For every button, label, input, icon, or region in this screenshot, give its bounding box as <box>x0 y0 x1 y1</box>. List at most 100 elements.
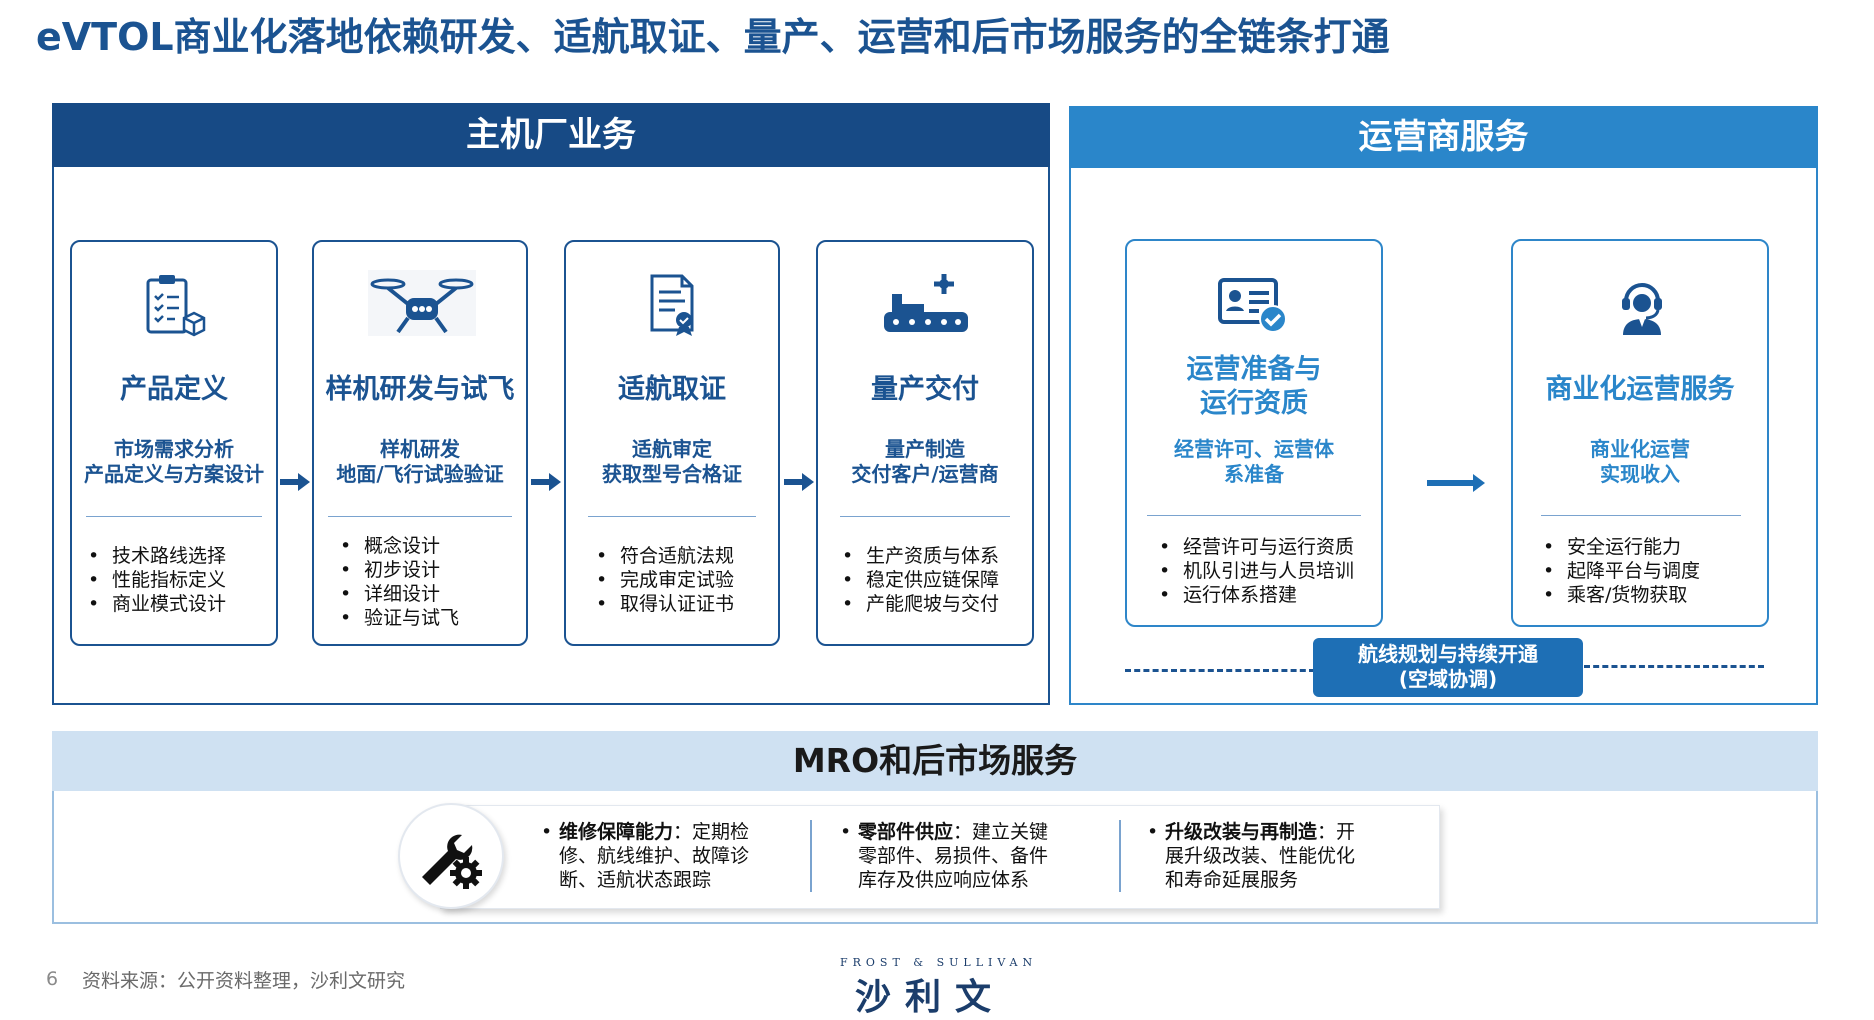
card-subtitle-line: 交付客户/运营商 <box>851 462 999 486</box>
mro-item-line: 断、适航状态跟踪 <box>559 869 712 891</box>
list-item: 安全运行能力 <box>1541 535 1700 559</box>
card-subtitle: 量产制造 交付客户/运营商 <box>818 437 1032 487</box>
logo-chinese: 沙利文 <box>855 977 1006 1018</box>
page-title: eVTOL商业化落地依赖研发、适航取证、量产、运营和后市场服务的全链条打通 <box>36 15 1390 59</box>
operator-section-header: 运营商服务 <box>1069 106 1818 168</box>
card-title-line: 运营准备与 <box>1186 354 1322 385</box>
card-subtitle-line: 商业化运营 <box>1590 437 1690 461</box>
list-item: 机队引进与人员培训 <box>1157 559 1354 583</box>
mro-item-line: 和寿命延展服务 <box>1165 869 1299 891</box>
card-subtitle: 样机研发 地面/飞行试验验证 <box>314 437 526 487</box>
drone-icon <box>368 270 476 336</box>
route-dashed-line-left <box>1125 669 1315 672</box>
mro-icon-circle <box>398 803 504 909</box>
page-number: 6 <box>46 968 59 990</box>
card-subtitle-line: 样机研发 <box>380 437 460 461</box>
card-subtitle-line: 市场需求分析 <box>114 437 234 461</box>
mro-item-line: 修、航线维护、故障诊 <box>559 845 750 867</box>
card-subtitle: 经营许可、运营体 系准备 <box>1127 437 1381 487</box>
card-bullet-list: 安全运行能力 起降平台与调度 乘客/货物获取 <box>1541 535 1700 607</box>
card-divider <box>328 516 512 517</box>
mro-item-sep: ： <box>673 821 693 843</box>
list-item: 产能爬坡与交付 <box>840 592 999 616</box>
flow-arrow-icon <box>280 473 310 491</box>
mro-item-line: 展升级改装、性能优化 <box>1165 845 1356 867</box>
clipboard-icon <box>146 275 206 337</box>
list-item: 经营许可与运行资质 <box>1157 535 1354 559</box>
card-subtitle: 市场需求分析 产品定义与方案设计 <box>72 437 276 487</box>
card-divider <box>1147 515 1361 516</box>
card-subtitle-line: 适航审定 <box>632 437 712 461</box>
list-item: 运行体系搭建 <box>1157 583 1354 607</box>
mro-section-header: MRO和后市场服务 <box>52 731 1818 791</box>
card-divider <box>86 516 262 517</box>
list-item: 符合适航法规 <box>594 544 734 568</box>
certificate-icon <box>650 274 694 336</box>
mro-item-line: • 升级改装与再制造：开 <box>1147 821 1356 843</box>
mro-item-sep: ： <box>953 821 973 843</box>
oem-section-header: 主机厂业务 <box>52 103 1050 167</box>
conveyor-icon <box>884 274 968 332</box>
card-title: 量产交付 <box>871 374 979 405</box>
card-subtitle-line: 系准备 <box>1224 462 1284 486</box>
card-divider <box>840 516 1010 517</box>
oem-card-product-definition: 产品定义 市场需求分析 产品定义与方案设计 技术路线选择 性能指标定义 商业模式… <box>70 240 278 646</box>
card-bullet-list: 技术路线选择 性能指标定义 商业模式设计 <box>86 544 226 616</box>
list-item: 取得认证证书 <box>594 592 734 616</box>
oem-card-airworthiness: 适航取证 适航审定 获取型号合格证 符合适航法规 完成审定试验 取得认证证书 <box>564 240 780 646</box>
card-bullet-list: 符合适航法规 完成审定试验 取得认证证书 <box>594 544 734 616</box>
card-divider <box>588 516 756 517</box>
card-bullet-list: 概念设计 初步设计 详细设计 验证与试飞 <box>338 534 459 630</box>
operator-card-commercial: 商业化运营服务 商业化运营 实现收入 安全运行能力 起降平台与调度 乘客/货物获… <box>1511 239 1769 627</box>
card-subtitle-line: 量产制造 <box>885 437 965 461</box>
mro-item-sep: ： <box>1317 821 1337 843</box>
list-item: 起降平台与调度 <box>1541 559 1700 583</box>
card-title-line: 运行资质 <box>1200 388 1308 419</box>
card-bullet-list: 经营许可与运行资质 机队引进与人员培训 运行体系搭建 <box>1157 535 1354 607</box>
mro-column-divider <box>810 820 812 892</box>
list-item: 技术路线选择 <box>86 544 226 568</box>
flow-arrow-icon <box>1427 474 1485 492</box>
list-item: 生产资质与体系 <box>840 544 999 568</box>
list-item: 性能指标定义 <box>86 568 226 592</box>
mro-column-divider <box>1119 820 1121 892</box>
card-subtitle: 商业化运营 实现收入 <box>1513 437 1767 487</box>
card-divider <box>1541 515 1741 516</box>
license-icon <box>1218 278 1287 333</box>
mro-item-lead: 升级改装与再制造 <box>1165 821 1318 843</box>
card-subtitle-line: 产品定义与方案设计 <box>84 462 264 486</box>
card-bullet-list: 生产资质与体系 稳定供应链保障 产能爬坡与交付 <box>840 544 999 616</box>
card-title: 样机研发与试飞 <box>325 374 515 405</box>
route-dashed-line-right <box>1584 665 1764 668</box>
mro-item-text: 建立关键 <box>972 821 1049 843</box>
card-title: 产品定义 <box>120 374 228 405</box>
wrench-gear-icon <box>422 834 482 889</box>
oem-card-prototype: 样机研发与试飞 样机研发 地面/飞行试验验证 概念设计 初步设计 详细设计 验证… <box>312 240 528 646</box>
mro-item-line: 零部件、易损件、备件 <box>858 845 1049 867</box>
list-item: 详细设计 <box>338 582 459 606</box>
list-item: 乘客/货物获取 <box>1541 583 1700 607</box>
list-item: 概念设计 <box>338 534 459 558</box>
headset-operator-icon <box>1622 283 1662 335</box>
mro-item-text: 开 <box>1336 821 1356 843</box>
mro-item-line: • 维修保障能力：定期检 <box>541 821 750 843</box>
card-subtitle-line: 获取型号合格证 <box>602 462 742 486</box>
card-subtitle-line: 地面/飞行试验验证 <box>336 462 504 486</box>
source-note: 资料来源：公开资料整理，沙利文研究 <box>82 970 406 992</box>
mro-item-lead: 零部件供应 <box>858 821 954 843</box>
list-item: 完成审定试验 <box>594 568 734 592</box>
oem-card-mass-production: 量产交付 量产制造 交付客户/运营商 生产资质与体系 稳定供应链保障 产能爬坡与… <box>816 240 1034 646</box>
list-item: 验证与试飞 <box>338 606 459 630</box>
card-title: 运营准备与 运行资质 <box>1127 353 1381 421</box>
flow-arrow-icon <box>784 473 814 491</box>
flow-arrow-icon <box>531 473 561 491</box>
mro-item-line: 库存及供应响应体系 <box>858 869 1030 891</box>
route-badge-line: 航线规划与持续开通 <box>1358 642 1538 666</box>
card-subtitle-line: 经营许可、运营体 <box>1174 437 1334 461</box>
card-subtitle: 适航审定 获取型号合格证 <box>566 437 778 487</box>
route-planning-badge: 航线规划与持续开通 (空域协调) <box>1313 638 1583 697</box>
mro-item-line: • 零部件供应：建立关键 <box>840 821 1049 843</box>
mro-item-lead: 维修保障能力 <box>559 821 674 843</box>
operator-card-preparation: 运营准备与 运行资质 经营许可、运营体 系准备 经营许可与运行资质 机队引进与人… <box>1125 239 1383 627</box>
card-title: 商业化运营服务 <box>1545 374 1735 405</box>
